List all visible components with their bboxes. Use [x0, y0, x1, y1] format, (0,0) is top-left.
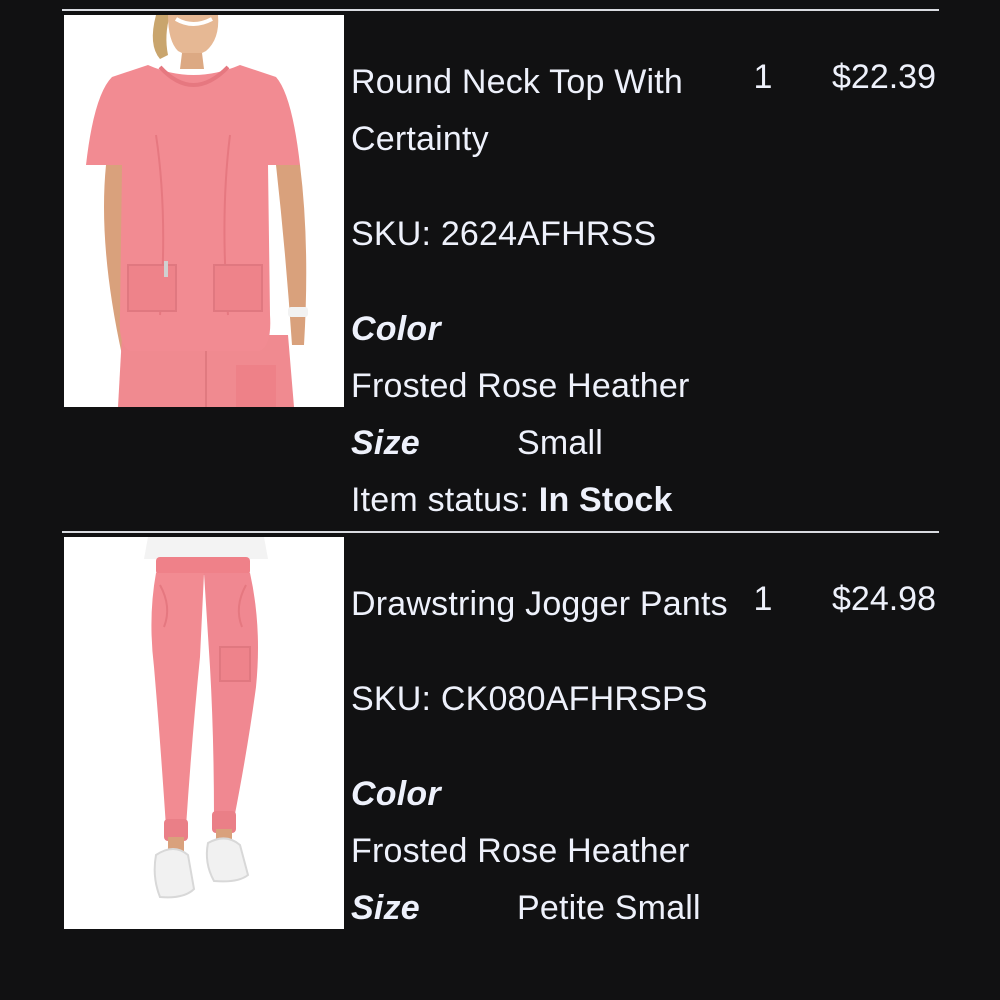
sku-label: SKU: — [351, 680, 432, 718]
product-image-pants[interactable] — [64, 537, 344, 929]
size-line: Size Small — [351, 415, 746, 472]
sku-label: SKU: — [351, 215, 432, 253]
size-label: Size — [351, 889, 420, 927]
color-label: Color — [351, 775, 441, 813]
jogger-pants-photo — [64, 537, 344, 929]
color-label: Color — [351, 310, 441, 348]
sku-value: 2624AFHRSS — [440, 215, 657, 253]
scrub-top-photo — [64, 15, 344, 407]
sku-value: CK080AFHRSPS — [440, 680, 708, 718]
item-divider — [62, 9, 939, 11]
item-details: Round Neck Top With Certainty SKU: 2624A… — [351, 54, 746, 529]
item-divider — [62, 531, 939, 533]
size-value: Small — [517, 424, 604, 462]
item-quantity: 1 — [753, 58, 773, 96]
sku-line: SKU: 2624AFHRSS — [351, 206, 746, 263]
item-quantity: 1 — [753, 580, 773, 618]
product-name[interactable]: Round Neck Top With Certainty — [351, 54, 746, 168]
sku-line: SKU: CK080AFHRSPS — [351, 671, 746, 728]
status-value: In Stock — [538, 481, 673, 519]
status-line: Item status: In Stock — [351, 472, 746, 529]
product-image-top[interactable] — [64, 15, 344, 407]
order-items-list: Round Neck Top With Certainty SKU: 2624A… — [0, 0, 1000, 1000]
color-value: Frosted Rose Heather — [351, 832, 690, 870]
status-label: Item status: — [351, 481, 530, 519]
size-value: Petite Small — [517, 889, 701, 927]
size-label: Size — [351, 424, 420, 462]
size-line: Size Petite Small — [351, 880, 746, 937]
item-price: $24.98 — [832, 580, 936, 618]
item-price: $22.39 — [832, 58, 936, 96]
product-name[interactable]: Drawstring Jogger Pants — [351, 576, 746, 633]
item-details: Drawstring Jogger Pants SKU: CK080AFHRSP… — [351, 576, 746, 937]
color-value: Frosted Rose Heather — [351, 367, 690, 405]
